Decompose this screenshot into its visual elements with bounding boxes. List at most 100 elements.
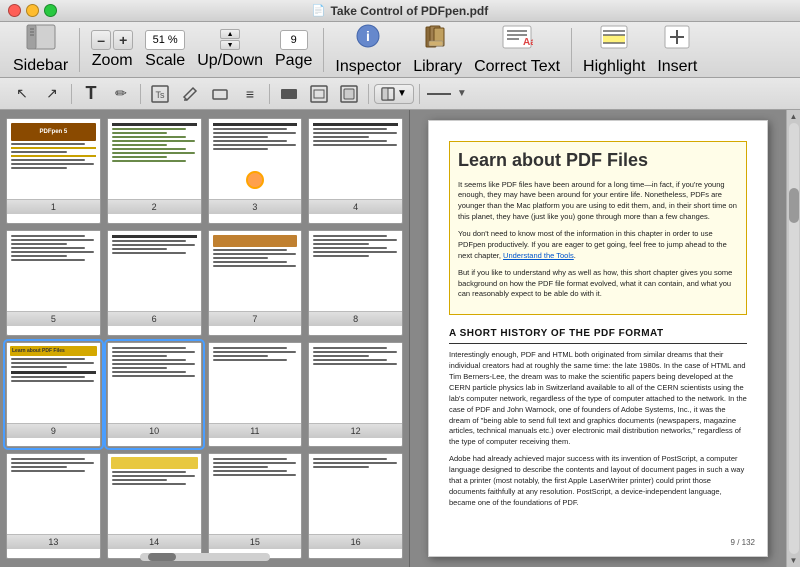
pointer-tool-button[interactable]: ↗: [38, 81, 66, 107]
annotation-tool-button[interactable]: Ts: [146, 81, 174, 107]
sep8: [419, 84, 420, 104]
thumbnail-6[interactable]: 6: [107, 230, 202, 336]
pdf-para2: You don't need to know most of the infor…: [458, 229, 738, 262]
thumbnail-13[interactable]: 13: [6, 453, 101, 559]
thumb-num-11: 11: [209, 423, 302, 438]
pdf-para5: Adobe had already achieved major success…: [449, 454, 747, 508]
library-label: Library: [413, 58, 462, 76]
shape-tool-button[interactable]: [206, 81, 234, 107]
zoom-label: Zoom: [92, 52, 133, 70]
thumbnail-14[interactable]: 14: [107, 453, 202, 559]
correct-text-icon: Aa: [501, 23, 533, 56]
pdf-area: Learn about PDF Files It seems like PDF …: [410, 110, 800, 567]
sidebar-scrollbar[interactable]: [140, 553, 270, 561]
inspector-label: Inspector: [335, 58, 401, 76]
sep1: [79, 28, 80, 72]
thumb-num-16: 16: [309, 534, 402, 549]
thumbnail-8[interactable]: 8: [308, 230, 403, 336]
page-down-button[interactable]: ▼: [220, 40, 240, 50]
zoom-out-button[interactable]: –: [91, 30, 111, 50]
thumb-num-12: 12: [309, 423, 402, 438]
zoom-group: – + Zoom: [86, 27, 138, 73]
minimize-button[interactable]: [26, 4, 39, 17]
line-tool-button[interactable]: [425, 81, 453, 107]
pdf-scrollbar[interactable]: ▲ ▼: [786, 110, 800, 567]
thumb-num-3: 3: [209, 199, 302, 214]
pdf-section-title: A SHORT HISTORY OF THE PDF FORMAT: [449, 327, 747, 344]
pdf-heading: Learn about PDF Files: [458, 150, 738, 172]
inspector-button[interactable]: i Inspector: [330, 20, 406, 79]
thumbnail-11[interactable]: 11: [208, 342, 303, 448]
select-tool-button[interactable]: ↖: [8, 81, 36, 107]
highlight-icon: [599, 23, 629, 56]
pdf-para4: Interestingly enough, PDF and HTML both …: [449, 350, 747, 448]
zoom-in-button[interactable]: +: [113, 30, 133, 50]
scale-input[interactable]: [145, 30, 185, 50]
insert-button[interactable]: Insert: [652, 20, 702, 79]
scroll-knob[interactable]: [789, 188, 799, 223]
thumbnail-12[interactable]: 12: [308, 342, 403, 448]
scale-group: Scale: [140, 27, 190, 73]
page-up-button[interactable]: ▲: [220, 29, 240, 39]
correct-text-button[interactable]: Aa Correct Text: [469, 20, 565, 79]
text-tool-button[interactable]: T: [77, 81, 105, 107]
pdf-view[interactable]: Learn about PDF Files It seems like PDF …: [410, 110, 786, 567]
sidebar-scrollbar-knob: [148, 553, 176, 561]
thumbnail-3[interactable]: 3: [208, 118, 303, 224]
content-area: PDFpen 5 1: [0, 110, 800, 567]
highlight-button[interactable]: Highlight: [578, 20, 650, 79]
thumb-num-15: 15: [209, 534, 302, 549]
updown-label: Up/Down: [197, 52, 263, 70]
thumb-img-2: [108, 119, 201, 199]
scroll-down-button[interactable]: ▼: [790, 556, 798, 565]
scroll-up-button[interactable]: ▲: [790, 112, 798, 121]
pdf-link[interactable]: Understand the Tools: [503, 251, 574, 260]
thumb-num-13: 13: [7, 534, 100, 549]
thumbnail-2[interactable]: 2: [107, 118, 202, 224]
thumbnail-10[interactable]: 10: [107, 342, 202, 448]
stamp-tool-button[interactable]: [335, 81, 363, 107]
secondary-toolbar: ↖ ↗ T ✏ Ts ≡: [0, 78, 800, 110]
main-toolbar: Sidebar – + Zoom Scale ▲ ▼ Up/Down Page …: [0, 22, 800, 78]
thumb-num-7: 7: [209, 311, 302, 326]
thumbnail-4[interactable]: 4: [308, 118, 403, 224]
library-button[interactable]: Library: [408, 20, 467, 79]
correct-text-label: Correct Text: [474, 58, 560, 76]
thumb-num-6: 6: [108, 311, 201, 326]
close-button[interactable]: [8, 4, 21, 17]
list-tool-button[interactable]: ≡: [236, 81, 264, 107]
thumbnail-1[interactable]: PDFpen 5 1: [6, 118, 101, 224]
page-input[interactable]: [280, 30, 308, 50]
insert-label: Insert: [657, 58, 697, 76]
insert-icon: [662, 23, 692, 56]
maximize-button[interactable]: [44, 4, 57, 17]
highlight-label: Highlight: [583, 58, 645, 76]
thumbnail-16[interactable]: 16: [308, 453, 403, 559]
pdf-page: Learn about PDF Files It seems like PDF …: [428, 120, 768, 557]
edit-tool-button[interactable]: ✏: [107, 81, 135, 107]
form-tool-button[interactable]: [305, 81, 333, 107]
view-toggle-button[interactable]: ▼: [374, 84, 414, 104]
window-controls: [8, 4, 57, 17]
redact-tool-button[interactable]: [275, 81, 303, 107]
pencil-tool-button[interactable]: [176, 81, 204, 107]
thumb-num-2: 2: [108, 199, 201, 214]
library-icon: [423, 23, 453, 56]
thumbnail-5[interactable]: 5: [6, 230, 101, 336]
sep2: [323, 28, 324, 72]
thumb-img-5: [7, 231, 100, 311]
thumb-num-5: 5: [7, 311, 100, 326]
updown-group: ▲ ▼ Up/Down: [192, 26, 268, 73]
thumbnail-7[interactable]: 7: [208, 230, 303, 336]
pdf-para3: But if you like to understand why as wel…: [458, 268, 738, 301]
thumb-img-15: [209, 454, 302, 534]
thumbnail-9[interactable]: Learn about PDF Files 9: [6, 342, 101, 448]
thumbnail-grid: PDFpen 5 1: [0, 110, 409, 567]
sidebar-button[interactable]: Sidebar: [8, 21, 73, 78]
thumb-num-8: 8: [309, 311, 402, 326]
line-style-dropdown[interactable]: ▼: [457, 88, 467, 99]
thumbnail-15[interactable]: 15: [208, 453, 303, 559]
thumb-img-9: Learn about PDF Files: [7, 343, 100, 423]
thumb-img-13: [7, 454, 100, 534]
thumb-num-4: 4: [309, 199, 402, 214]
